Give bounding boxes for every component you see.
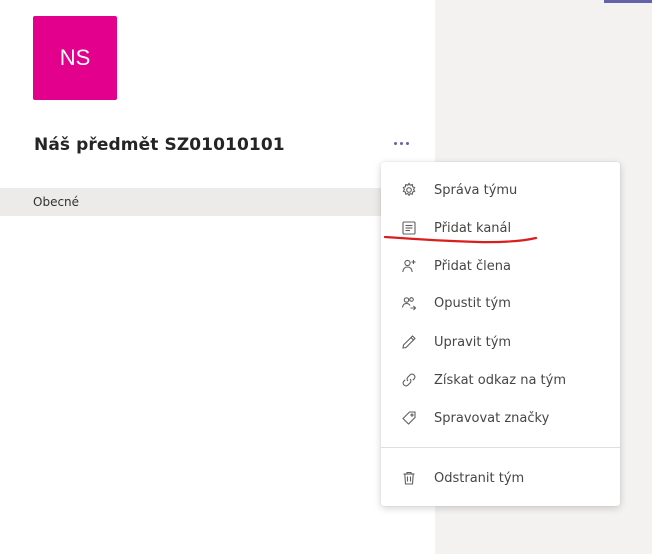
menu-item-add-member[interactable]: Přidat člena xyxy=(381,248,620,284)
more-options-icon xyxy=(393,141,397,145)
active-tab-indicator xyxy=(604,0,652,3)
menu-item-label: Spravovat značky xyxy=(434,410,550,426)
menu-divider xyxy=(381,447,620,448)
gear-icon xyxy=(401,182,417,198)
team-initials: NS xyxy=(59,45,91,70)
menu-item-label: Přidat člena xyxy=(434,258,511,274)
menu-item-label: Odstranit tým xyxy=(434,470,525,486)
menu-item-delete-team[interactable]: Odstranit tým xyxy=(381,460,620,496)
menu-item-manage-tags[interactable]: Spravovat značky xyxy=(381,400,620,436)
menu-item-manage-team[interactable]: Správa týmu xyxy=(381,172,620,208)
more-options-button[interactable] xyxy=(389,132,413,154)
team-name[interactable]: Náš předmět SZ01010101 xyxy=(34,135,285,155)
menu-item-get-link[interactable]: Získat odkaz na tým xyxy=(381,362,620,398)
trash-icon xyxy=(401,470,417,486)
pencil-icon xyxy=(401,334,417,350)
team-context-menu: Správa týmu Přidat kanál Přidat člena Op… xyxy=(381,162,620,506)
channel-label: Obecné xyxy=(33,195,80,209)
team-avatar[interactable]: NS xyxy=(33,16,117,100)
leave-icon xyxy=(401,295,417,311)
menu-item-label: Upravit tým xyxy=(434,334,512,350)
link-icon xyxy=(401,372,417,388)
menu-item-edit-team[interactable]: Upravit tým xyxy=(381,324,620,360)
add-person-icon xyxy=(401,258,417,274)
menu-item-leave-team[interactable]: Opustit tým xyxy=(381,285,620,321)
team-sidebar: NS Náš předmět SZ01010101 Obecné xyxy=(0,0,435,554)
tag-icon xyxy=(401,410,417,426)
red-underline-annotation xyxy=(383,235,538,244)
menu-item-label: Získat odkaz na tým xyxy=(434,372,567,388)
channel-item-obecne[interactable]: Obecné xyxy=(0,188,435,216)
menu-item-label: Opustit tým xyxy=(434,295,511,311)
menu-item-label: Správa týmu xyxy=(434,182,518,198)
